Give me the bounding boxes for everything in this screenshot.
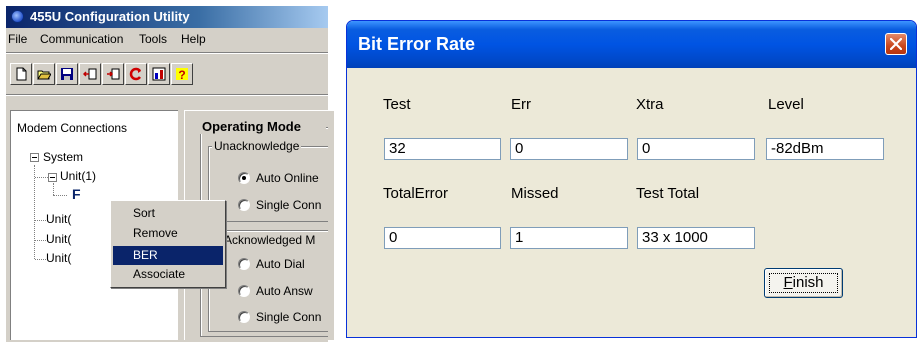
close-icon	[890, 38, 902, 50]
menu-separator	[6, 52, 328, 54]
err-field[interactable]: 0	[510, 138, 628, 160]
help-icon[interactable]: ?	[171, 63, 193, 85]
test-total-label: Test Total	[636, 185, 700, 202]
app-titlebar[interactable]: 455U Configuration Utility	[6, 6, 328, 28]
total-error-field[interactable]: 0	[384, 227, 501, 249]
dialog-title: Bit Error Rate	[358, 34, 476, 54]
tree-item-unit[interactable]: Unit(	[46, 251, 71, 265]
toolbar-separator	[6, 94, 328, 96]
operating-mode-title: Operating Mode	[200, 119, 326, 134]
test-label: Test	[383, 96, 411, 113]
tree-line	[35, 220, 46, 221]
tree-item-unit1[interactable]: Unit(1)	[60, 169, 96, 183]
tree-line	[35, 259, 46, 260]
save-icon[interactable]	[56, 63, 78, 85]
tree-item-unit[interactable]: Unit(	[46, 232, 71, 246]
context-menu-ber[interactable]: BER	[113, 246, 223, 265]
menu-communication[interactable]: Communication	[40, 32, 123, 46]
menu-file[interactable]: File	[8, 32, 27, 46]
level-field[interactable]: -82dBm	[766, 138, 884, 160]
context-menu-remove[interactable]: Remove	[113, 224, 223, 243]
tree-item-system[interactable]: System	[43, 150, 83, 164]
dialog-titlebar[interactable]: Bit Error Rate	[347, 21, 916, 68]
context-menu-sort[interactable]: Sort	[113, 204, 223, 223]
total-error-label: TotalError	[383, 185, 449, 202]
tree-line	[35, 177, 48, 178]
close-button[interactable]	[885, 33, 907, 55]
tree-line	[34, 165, 35, 259]
menu-bar: File Communication Tools Help	[6, 28, 328, 50]
bit-error-rate-dialog: Bit Error Rate Test Err Xtra Level 32 0 …	[346, 20, 917, 338]
tree-line	[53, 195, 67, 196]
tree-line	[53, 183, 54, 195]
xtra-label: Xtra	[636, 96, 664, 113]
context-menu-associate[interactable]: Associate	[113, 265, 223, 284]
chart-icon[interactable]	[148, 63, 170, 85]
tree-line	[35, 240, 46, 241]
menu-tools[interactable]: Tools	[139, 32, 167, 46]
missed-label: Missed	[511, 185, 559, 202]
svg-text:?: ?	[178, 68, 185, 81]
refresh-icon[interactable]	[125, 63, 147, 85]
xtra-field[interactable]: 0	[637, 138, 755, 160]
new-file-icon[interactable]	[10, 63, 32, 85]
menu-help[interactable]: Help	[181, 32, 206, 46]
download-icon[interactable]	[102, 63, 124, 85]
app-title: 455U Configuration Utility	[30, 9, 190, 24]
modem-connections-label: Modem Connections	[17, 121, 128, 135]
upload-icon[interactable]	[79, 63, 101, 85]
collapse-system-icon[interactable]	[30, 153, 39, 162]
collapse-unit1-icon[interactable]	[48, 173, 57, 182]
tree-item-unit1-child[interactable]: F	[72, 186, 81, 202]
test-total-field[interactable]: 33 x 1000	[637, 227, 755, 249]
finish-button[interactable]: Finish	[764, 268, 843, 298]
finish-button-label: Finish	[783, 274, 824, 291]
level-label: Level	[768, 96, 804, 113]
missed-field[interactable]: 1	[510, 227, 628, 249]
tree-item-unit[interactable]: Unit(	[46, 212, 71, 226]
test-field[interactable]: 32	[384, 138, 501, 160]
toolbar: ?	[10, 63, 328, 89]
context-menu: Sort Remove BER Associate	[110, 200, 226, 288]
dialog-body: Test Err Xtra Level 32 0 0 -82dBm TotalE…	[350, 68, 915, 336]
open-folder-icon[interactable]	[33, 63, 55, 85]
err-label: Err	[511, 96, 531, 113]
app-logo-icon	[11, 10, 24, 23]
